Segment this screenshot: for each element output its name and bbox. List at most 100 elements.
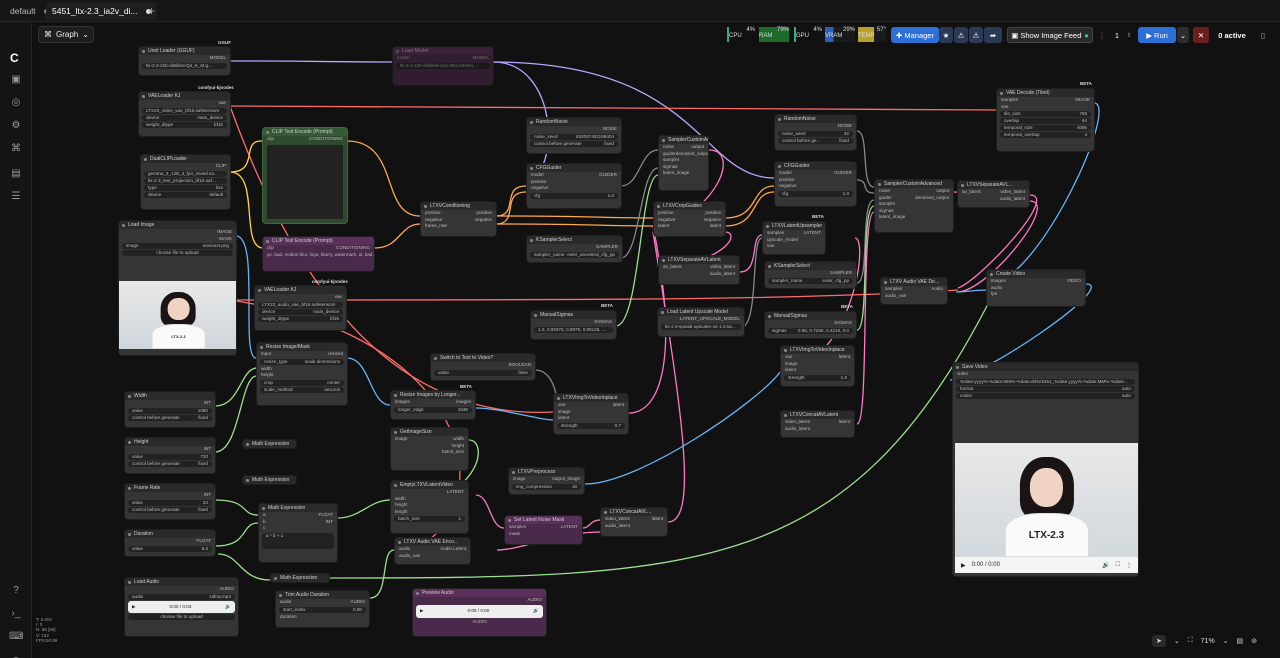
node-widget[interactable]: cfg 1.0 <box>778 190 853 197</box>
node-output[interactable]: output_image <box>552 476 580 483</box>
node-output[interactable]: audio_latent <box>958 196 1029 203</box>
node-output[interactable]: CONDITIONING <box>309 136 343 143</box>
node-input[interactable]: duration <box>276 614 369 621</box>
vae-decode-tiled-node[interactable]: VAE Decode (Tiled) samples IMAGE vae tile… <box>996 88 1095 152</box>
drag-handle-icon[interactable]: ⋮ <box>1098 27 1106 43</box>
node-input[interactable]: audio_vae <box>881 293 947 300</box>
node-widget[interactable]: control before generate fixed <box>128 414 212 421</box>
node-input[interactable]: av_latent <box>962 189 981 196</box>
prompt-textarea[interactable]: pc, bad, motion blur, logo, blurry, wate… <box>263 252 374 259</box>
node-widget[interactable]: strength 0.7 <box>557 422 625 429</box>
upload-button[interactable]: choose file to upload <box>122 250 233 256</box>
node-widget[interactable]: longer_edge 1536 <box>394 406 472 413</box>
cfg-guider-2-node[interactable]: CFGGuider model GUIDER positive negative … <box>774 161 857 207</box>
node-output[interactable]: negative <box>475 217 492 224</box>
ltxv-latent-upsampler-node[interactable]: LTXVLatentUpsampler samples LATENT upscal… <box>762 221 826 255</box>
math-expression-node[interactable]: Math Expression <box>270 573 330 583</box>
node-output[interactable]: GUIDER <box>599 172 617 179</box>
fullscreen-icon[interactable]: ⛶ <box>1116 562 1120 569</box>
node-input[interactable]: audio_vae <box>395 553 470 560</box>
node-input[interactable]: clip <box>267 136 274 143</box>
expression-textarea[interactable]: a * b + 1 <box>262 532 334 549</box>
node-output[interactable]: SAMPLER <box>527 244 622 251</box>
node-output[interactable]: AUDIO <box>125 586 238 593</box>
node-widget[interactable]: ltx-2.3_text_projection_bf16.saf... <box>144 177 227 184</box>
fit-view-icon[interactable]: ⛶ <box>1188 637 1193 645</box>
load-latent-upscale-model-node[interactable]: Load Latent Upscale Model LATENT_UPSCALE… <box>657 307 745 337</box>
node-widget[interactable]: scale_method lanczos <box>260 386 344 393</box>
node-widget[interactable]: %date:yyyy%-%date:MM%-%date:dd%/5451_%da… <box>956 378 1135 385</box>
node-input[interactable]: audio_latent <box>781 426 854 433</box>
sampler-custom-advanced-2-node[interactable]: SamplerCustomAdvanced noise output guider… <box>874 179 954 233</box>
node-input[interactable]: model <box>531 172 544 179</box>
node-input[interactable]: frame_rate <box>421 223 496 230</box>
node-output[interactable]: LATENT <box>561 524 578 531</box>
node-widget[interactable]: device default <box>144 191 227 198</box>
clip-text-encode-positive-node[interactable]: CLIP Text Encode (Prompt) clip CONDITIONI… <box>262 127 348 224</box>
duration-node[interactable]: Duration FLOAT value 5.0 <box>124 529 216 557</box>
node-widget[interactable]: control before generate fixed <box>128 460 212 467</box>
ltxv-concat-av-latent-node[interactable]: LTXVConcatAVL... video_latent latent audi… <box>600 507 668 537</box>
node-widget[interactable]: codec auto <box>956 392 1135 399</box>
node-output[interactable]: LATENT_UPSCALE_MODEL <box>658 316 744 323</box>
load-model-node[interactable]: Load Model model MODEL ltx-2.3-22b-distil… <box>392 46 494 86</box>
node-output[interactable]: denoised_output <box>915 195 949 202</box>
node-widget[interactable]: image woman4.png <box>122 243 233 249</box>
node-widget[interactable]: value 24 <box>128 499 212 506</box>
node-input[interactable]: latent <box>658 223 669 230</box>
switch-text-to-video-node[interactable]: Switch to Text to Video? BOOLEAN value fa… <box>430 353 536 381</box>
cfg-guider-node[interactable]: CFGGuider model GUIDER positive negative … <box>526 163 622 209</box>
node-input[interactable]: images <box>991 278 1006 285</box>
cancel-icon[interactable]: ✕ <box>1193 27 1209 43</box>
math-expression-node[interactable]: Math Expression <box>242 439 297 449</box>
play-icon[interactable]: ▶ <box>132 604 136 610</box>
node-output[interactable]: LATENT <box>804 230 821 237</box>
node-input[interactable]: model <box>779 170 792 177</box>
manual-sigmas-2-node[interactable]: ManualSigmas SIGMAS sigmas 0.85, 0.7250, … <box>764 311 857 339</box>
queue-count[interactable]: 1 <box>1110 27 1124 43</box>
node-input[interactable]: vae <box>785 354 792 361</box>
node-output[interactable]: IMAGE <box>1075 97 1090 104</box>
node-output[interactable]: SAMPLER <box>765 270 856 277</box>
node-widget[interactable]: temporal_overlap 4 <box>1000 132 1091 138</box>
ltxv-separate-av-latent-node[interactable]: LTXVSeparateAVLatent av_latent video_late… <box>658 255 740 285</box>
load-audio-node[interactable]: Load Audio AUDIO audio zafrat.mp3 ▶ 0:00 /… <box>124 577 239 637</box>
node-widget[interactable]: gemma_3_12B_it_fp4_mixed.sa... <box>144 170 227 177</box>
upload-button[interactable]: choose file to upload <box>128 613 235 620</box>
star-button[interactable]: ★ <box>939 27 953 43</box>
node-input[interactable]: image <box>395 436 408 443</box>
graph-menu-button[interactable]: ⌘ Graph ⌄ <box>38 26 94 43</box>
node-output[interactable]: INT <box>125 492 215 499</box>
nodes-icon[interactable]: ⚙ <box>9 119 23 133</box>
node-input[interactable]: c <box>259 525 337 532</box>
run-options-icon[interactable]: ⌄ <box>1177 27 1189 43</box>
node-widget[interactable]: ltx-2.3-22b-distilled-lora-384.safeten..… <box>396 62 490 69</box>
node-widget[interactable]: noise_seed 42 <box>778 130 853 137</box>
ltxv-conditioning-node[interactable]: LTXVConditioning positive positive negati… <box>420 201 497 237</box>
manual-sigmas-node[interactable]: ManualSigmas SIGMAS 1.0, 0.99375, 0.9875… <box>530 310 617 340</box>
node-output[interactable]: MODEL <box>139 55 230 62</box>
node-input[interactable]: fps <box>987 291 1085 298</box>
node-input[interactable]: latent_image <box>875 214 953 221</box>
trim-audio-duration-node[interactable]: Trim Audio Duration audio AUDIO start_ind… <box>275 590 370 628</box>
comfy-logo[interactable]: C <box>10 51 19 65</box>
set-latent-noise-mask-node[interactable]: Set Latent Noise Mask samples LATENT mask <box>504 515 583 545</box>
node-widget[interactable]: temporal_size 4096 <box>1000 125 1091 131</box>
node-widget[interactable]: control before generate fixed <box>128 506 212 513</box>
node-output[interactable]: FLOAT <box>125 538 215 545</box>
node-input[interactable]: samples <box>767 230 784 237</box>
vae-loader-node[interactable]: VAELoader KJ vae LTX23_video_vae_bf16.sa… <box>138 91 231 137</box>
node-output[interactable]: MODEL <box>473 55 489 62</box>
queue-stepper-icon[interactable]: ⇕ <box>1124 27 1134 43</box>
dual-clip-loader-node[interactable]: DualCLIPLoader CLIP gemma_3_12B_it_fp4_m… <box>140 154 231 210</box>
node-input[interactable]: latent <box>781 367 854 374</box>
audio-player[interactable]: ▶ 0:00 / 0:00 🔊 <box>416 604 543 618</box>
node-widget[interactable]: noise_seed 832067491199404 <box>530 133 618 140</box>
node-output[interactable]: batch_size <box>391 449 468 456</box>
node-input[interactable]: audio <box>280 599 291 606</box>
ltxv-concat-av-latent-2-node[interactable]: LTXVConcatAVLatent video_latent latent au… <box>780 410 855 438</box>
node-widget[interactable]: type ltxv <box>144 184 227 191</box>
node-output[interactable]: latent <box>710 223 721 230</box>
node-input[interactable]: image <box>513 476 526 483</box>
node-widget[interactable]: control before ge... fixed <box>778 137 853 144</box>
